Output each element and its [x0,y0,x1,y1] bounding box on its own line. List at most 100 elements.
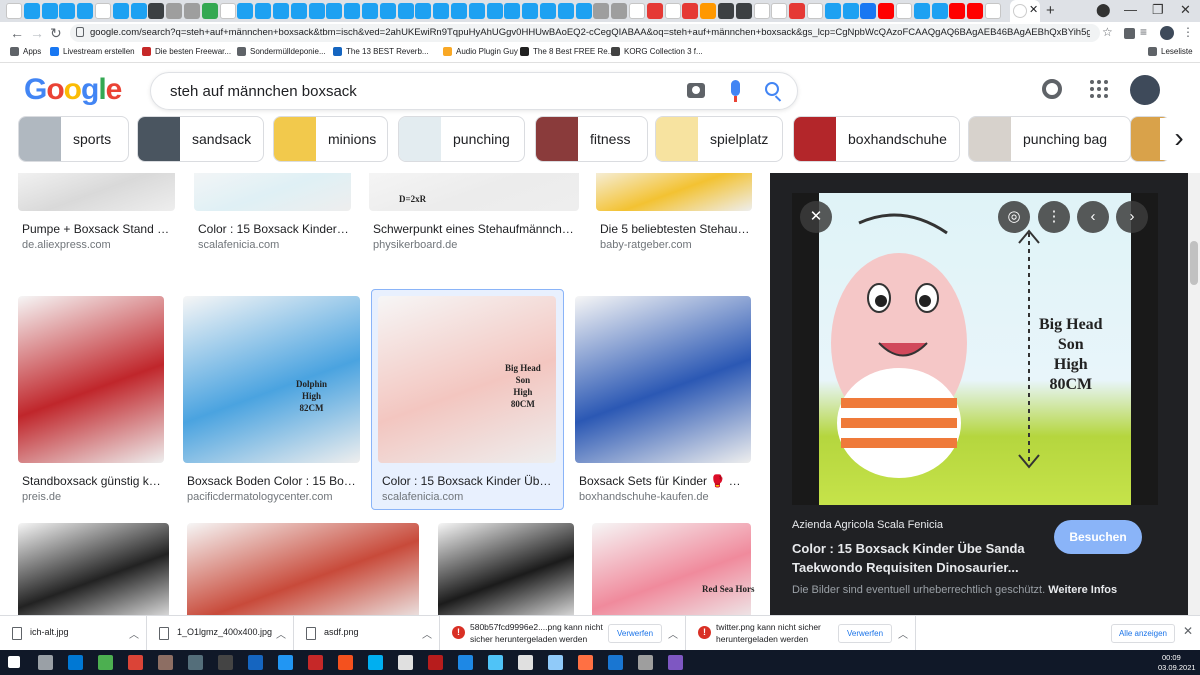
bookmark-item[interactable]: The 8 Best FREE Re... [520,47,614,56]
result-card[interactable]: Pumpe + Boxsack Stand 12... de.aliexpress… [18,173,175,261]
result-title[interactable]: Boxsack Sets für Kinder 🥊 Üb... [579,474,749,488]
taskbar-app-icon[interactable] [668,655,683,670]
result-thumbnail[interactable] [18,523,169,615]
result-card[interactable] [438,523,574,615]
reload-icon[interactable]: ↻ [50,25,62,42]
search-box[interactable]: steh auf männchen boxsack [150,72,798,110]
result-thumbnail[interactable] [18,296,164,463]
tab-favicon[interactable] [522,3,539,19]
download-item[interactable]: ! 580b57fcd9996e2....png kann nicht siche… [440,616,686,651]
taskbar-app-icon[interactable] [458,655,473,670]
taskbar-app-icon[interactable] [158,655,173,670]
result-card[interactable]: Schwerpunkt eines Stehaufmännche... physi… [369,173,579,261]
taskbar-app-icon[interactable] [398,655,413,670]
tab-favicon[interactable] [468,3,485,19]
taskbar-app-icon[interactable] [188,655,203,670]
download-item[interactable]: ich-alt.jpg ︿ [0,616,147,651]
result-card[interactable] [187,523,419,615]
tab-favicon[interactable] [611,3,628,19]
close-preview-icon[interactable]: ✕ [800,201,832,233]
result-title[interactable]: Pumpe + Boxsack Stand 12... [22,222,173,236]
tab-favicon[interactable] [575,3,592,19]
result-card[interactable]: Boxsack Boden Color : 15 Boxs... pacificd… [183,296,360,513]
bookmark-item[interactable]: Die besten Freewar... [142,47,231,56]
tab-favicon[interactable] [896,3,912,19]
tab-favicon[interactable] [397,3,414,19]
chevron-up-icon[interactable]: ︿ [898,626,908,641]
tab-favicon[interactable] [735,3,752,19]
result-title[interactable]: Color : 15 Boxsack Kinder ... [198,222,349,236]
result-card[interactable] [18,523,169,615]
tab-favicon[interactable] [451,3,467,19]
tab-favicon[interactable] [718,3,734,19]
taskbar-app-icon[interactable] [638,655,653,670]
preview-site-name[interactable]: Azienda Agricola Scala Fenicia [792,519,943,531]
chip-spielplatz[interactable]: spielplatz [655,116,783,162]
bookmark-item[interactable]: KORG Collection 3 f... [611,47,703,56]
tab-favicon[interactable] [682,3,699,19]
result-thumbnail[interactable] [183,296,360,463]
tab-favicon[interactable] [237,3,254,19]
tab-favicon[interactable] [77,3,94,19]
tab-favicon[interactable] [985,3,1001,19]
result-title[interactable]: Die 5 beliebtesten Stehauf... [600,222,750,236]
taskbar-app-icon[interactable] [128,655,143,670]
chevron-right-icon[interactable]: › [1116,201,1148,233]
download-filename[interactable]: 1_O1lgmz_400x400.jpg [177,627,272,637]
profile-avatar-icon[interactable] [1160,26,1174,40]
download-item[interactable]: 1_O1lgmz_400x400.jpg ︿ [147,616,294,651]
result-thumbnail[interactable] [187,523,419,615]
bookmark-item[interactable]: Livestream erstellen [50,47,135,56]
google-logo[interactable]: Google [24,73,122,107]
show-all-downloads-button[interactable]: Alle anzeigen [1111,624,1175,643]
back-icon[interactable]: ← [10,25,24,41]
visit-button[interactable]: Besuchen [1054,520,1142,554]
tab-favicon[interactable] [504,3,521,19]
taskbar-app-icon[interactable] [428,655,443,670]
extensions-icon[interactable] [1124,28,1135,39]
tab-favicon[interactable] [166,3,183,19]
tab-favicon[interactable] [95,3,111,19]
profile-circle-icon[interactable]: ⬤ [1096,2,1111,18]
chevron-up-icon[interactable]: ︿ [422,626,432,641]
result-source[interactable]: physikerboard.de [373,239,457,251]
taskbar-app-icon[interactable] [218,655,233,670]
chip-sandsack[interactable]: sandsack [137,116,264,162]
result-source[interactable]: scalafenicia.com [382,491,463,503]
taskbar-app-icon[interactable] [518,655,533,670]
result-card[interactable]: Boxsack Sets für Kinder 🥊 Üb... boxhandsc… [575,296,751,513]
chevron-right-icon[interactable]: › [1160,118,1198,160]
tab-favicon[interactable] [290,3,307,19]
taskbar-app-icon[interactable] [608,655,623,670]
result-title[interactable]: Boxsack Boden Color : 15 Boxs... [187,474,358,488]
chevron-up-icon[interactable]: ︿ [668,626,678,641]
tab-favicon[interactable] [23,3,40,19]
result-source[interactable]: baby-ratgeber.com [600,239,692,251]
result-card[interactable]: Die 5 beliebtesten Stehauf... baby-ratgeb… [596,173,752,261]
tab-favicon[interactable] [842,3,859,19]
tab-favicon[interactable] [789,3,806,19]
chip-minions[interactable]: minions [273,116,388,162]
tab-favicon[interactable] [201,3,218,19]
tab-favicon[interactable] [646,3,663,19]
tab-favicon[interactable] [807,3,823,19]
tab-favicon[interactable] [824,3,841,19]
menu-icon[interactable]: ⋮ [1182,25,1196,39]
result-title[interactable]: Standboxsack günstig ka... [22,474,162,488]
tab-favicon[interactable] [308,3,325,19]
download-filename[interactable]: asdf.png [324,627,359,637]
tab-favicon[interactable] [112,3,129,19]
download-item[interactable]: asdf.png ︿ [294,616,440,651]
result-source[interactable]: de.aliexpress.com [22,239,111,251]
result-thumbnail[interactable] [194,173,351,211]
result-title[interactable]: Color : 15 Boxsack Kinder Übe ... [382,474,554,488]
discard-button[interactable]: Verwerfen [608,624,663,643]
maximize-icon[interactable]: ❐ [1152,2,1164,18]
tab-favicon[interactable] [255,3,272,19]
minimize-icon[interactable]: — [1124,2,1137,17]
chevron-left-icon[interactable]: ‹ [1077,201,1109,233]
chevron-up-icon[interactable]: ︿ [276,626,286,641]
star-icon[interactable]: ☆ [1102,25,1116,39]
result-card[interactable]: Color : 15 Boxsack Kinder ... scalafenici… [194,173,351,261]
more-info-link[interactable]: Weitere Infos [1048,584,1117,596]
